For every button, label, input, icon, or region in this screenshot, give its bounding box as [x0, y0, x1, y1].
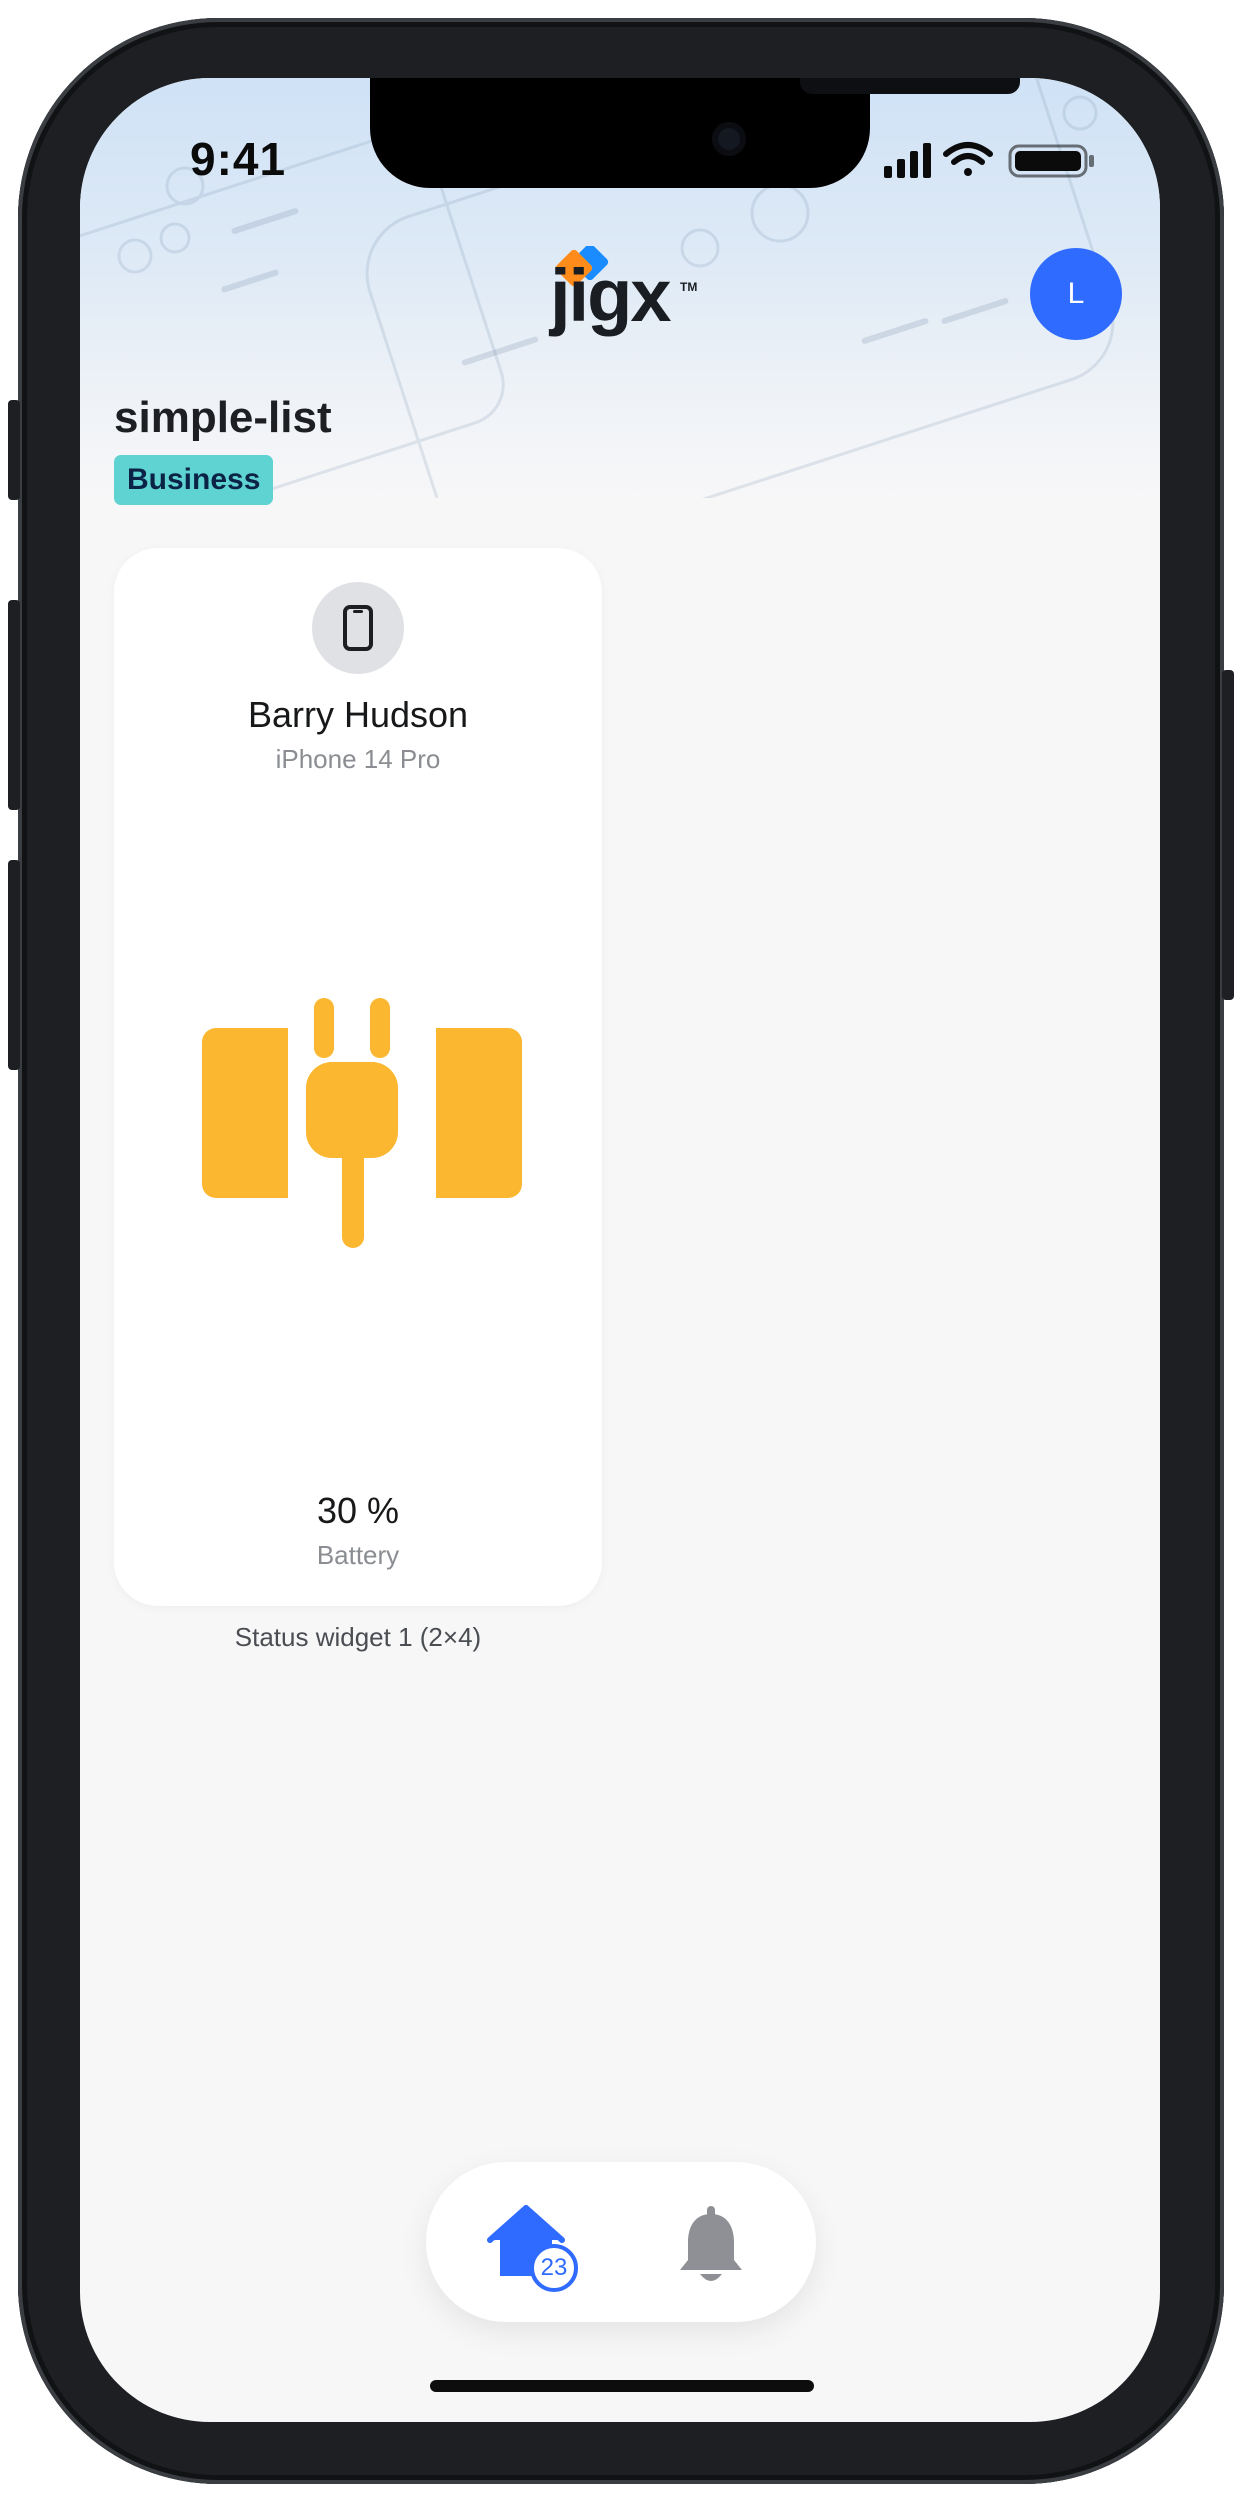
notch: [370, 78, 1020, 188]
volume-up-button: [8, 600, 20, 810]
cellular-signal-icon: [884, 143, 931, 178]
earpiece: [800, 78, 1020, 94]
home-notification-badge: 23: [530, 2244, 578, 2292]
status-icons: [884, 142, 1094, 178]
screen: 9:41 jigx TM L simple-list Business Barr…: [80, 78, 1160, 2422]
jigx-logo-text: jigx: [550, 254, 671, 337]
volume-down-button: [8, 860, 20, 1070]
category-badge: Business: [114, 455, 274, 505]
card-subtitle: iPhone 14 Pro: [275, 744, 441, 774]
phone-icon: [343, 605, 373, 651]
avatar[interactable]: L: [1030, 248, 1122, 340]
logo-trademark: TM: [680, 280, 698, 294]
power-button: [1222, 670, 1234, 1000]
home-indicator: [430, 2380, 814, 2392]
mute-switch: [8, 400, 20, 500]
device-icon-circle: [312, 582, 404, 674]
bottom-tab-bar: 23: [426, 2162, 816, 2322]
battery-value: 30 %: [316, 1490, 400, 1531]
front-camera: [712, 122, 746, 156]
wifi-icon: [943, 142, 993, 176]
page-title: simple-list: [114, 393, 332, 442]
battery-status-icon: [1008, 144, 1094, 178]
status-widget-card[interactable]: Barry Hudson iPhone 14 Pro 30 % Battery: [114, 548, 602, 1606]
widget-caption: Status widget 1 (2×4): [234, 1622, 482, 1652]
card-title: Barry Hudson: [247, 694, 469, 735]
battery-label: Battery: [316, 1540, 400, 1570]
status-time: 9:41: [190, 133, 287, 185]
battery-charging-plug-icon: [202, 998, 522, 1248]
bell-icon[interactable]: [676, 2206, 746, 2286]
